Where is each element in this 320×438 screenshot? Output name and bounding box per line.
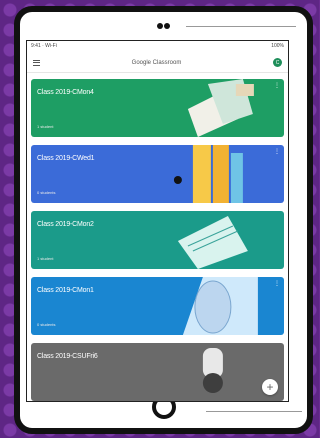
class-card[interactable]: Class 2019-CSUFri6 +: [31, 343, 284, 401]
notebook-illustration: [178, 216, 249, 269]
card-title: Class 2019-CMon2: [37, 221, 94, 228]
class-card[interactable]: Class 2019-CMon2 1 student: [31, 211, 284, 269]
home-line: [206, 411, 302, 412]
menu-icon[interactable]: [33, 59, 40, 66]
card-subtitle: 0 students: [37, 190, 56, 195]
camera-icon: [156, 23, 171, 29]
add-class-button[interactable]: +: [262, 379, 278, 395]
speaker-line: [186, 26, 296, 27]
app-bar: Google Classroom C: [27, 53, 288, 73]
card-title: Class 2019-CMon1: [37, 287, 94, 294]
app-title: Google Classroom: [131, 59, 182, 66]
avatar[interactable]: C: [273, 58, 282, 67]
class-cards: Class 2019-CMon4 1 student ⋮ Class 2019-…: [27, 73, 288, 401]
card-title: Class 2019-CWed1: [37, 155, 95, 162]
status-right: 100%: [271, 43, 284, 49]
card-subtitle: 1 student: [37, 256, 54, 261]
card-title: Class 2019-CSUFri6: [37, 353, 98, 360]
card-title: Class 2019-CMon4: [37, 89, 94, 96]
card-subtitle: 1 student: [37, 124, 54, 129]
class-card[interactable]: Class 2019-CMon1 0 students ⋮: [31, 277, 284, 335]
status-left: 9:41 · Wi-Fi: [31, 43, 57, 49]
class-card[interactable]: Class 2019-CWed1 0 students ⋮: [31, 145, 284, 203]
globe-illustration: [183, 277, 259, 335]
screen: 9:41 · Wi-Fi 100% Google Classroom C Cla…: [26, 40, 289, 402]
books-illustration: [188, 79, 255, 137]
status-bar: 9:41 · Wi-Fi 100%: [27, 41, 288, 53]
class-card[interactable]: Class 2019-CMon4 1 student ⋮: [31, 79, 284, 137]
gear-illustration: [203, 348, 224, 393]
card-subtitle: 0 students: [37, 322, 56, 327]
books-illustration: [174, 145, 244, 203]
